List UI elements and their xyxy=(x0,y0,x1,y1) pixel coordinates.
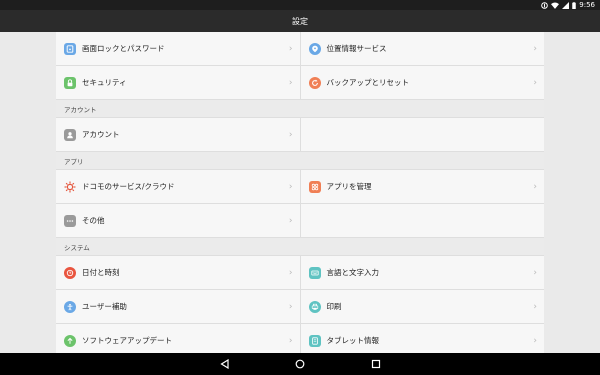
more-icon xyxy=(64,214,76,227)
accessibility-icon xyxy=(64,300,76,313)
setting-backup-reset[interactable]: バックアップとリセット › xyxy=(299,66,545,99)
home-icon xyxy=(295,359,305,369)
setting-manage-apps[interactable]: アプリを管理 › xyxy=(299,170,545,203)
setting-label: バックアップとリセット xyxy=(326,78,410,87)
chevron-right-icon: › xyxy=(533,267,537,278)
setting-label: 言語と文字入力 xyxy=(326,268,380,277)
setting-label: タブレット情報 xyxy=(326,336,380,345)
recents-icon xyxy=(371,359,381,369)
section-header-apps: アプリ xyxy=(56,152,544,170)
person-icon xyxy=(64,128,76,141)
setting-label: アカウント xyxy=(82,130,120,139)
setting-label: セキュリティ xyxy=(82,78,127,87)
setting-label: アプリを管理 xyxy=(326,182,372,191)
back-icon xyxy=(220,359,229,369)
setting-account[interactable]: アカウント › xyxy=(56,118,300,151)
setting-language-input[interactable]: 言語と文字入力 › xyxy=(299,256,545,289)
settings-list: 画面ロックとパスワード › 位置情報サービス › セキュリティ › バックアップ… xyxy=(56,32,544,353)
settings-row: アカウント › xyxy=(56,118,544,152)
backup-icon xyxy=(308,76,321,89)
section-header-system: システム xyxy=(56,238,544,256)
setting-location[interactable]: 位置情報サービス › xyxy=(299,32,545,65)
setting-date-time[interactable]: 日付と時刻 › xyxy=(56,256,300,289)
chevron-right-icon: › xyxy=(533,77,537,88)
docomo-icon xyxy=(64,181,76,193)
navigation-bar xyxy=(0,353,600,375)
chevron-right-icon: › xyxy=(288,215,293,226)
empty-cell xyxy=(299,204,545,237)
clock-icon xyxy=(64,266,76,279)
status-icons: 9:56 xyxy=(541,0,595,10)
chevron-right-icon: › xyxy=(533,301,537,312)
chevron-right-icon: › xyxy=(288,43,293,54)
chevron-right-icon: › xyxy=(533,181,537,192)
printer-icon xyxy=(308,300,321,313)
setting-other[interactable]: その他 › xyxy=(56,204,300,237)
settings-row: ユーザー補助 › 印刷 › xyxy=(56,290,544,324)
setting-print[interactable]: 印刷 › xyxy=(299,290,545,323)
keyboard-icon xyxy=(308,266,321,279)
apps-grid-icon xyxy=(308,180,321,193)
chevron-right-icon: › xyxy=(288,335,293,346)
setting-label: ドコモのサービス/クラウド xyxy=(82,182,175,191)
padlock-icon xyxy=(64,76,76,89)
setting-label: 日付と時刻 xyxy=(82,268,120,277)
back-button[interactable] xyxy=(218,357,232,371)
signal-icon xyxy=(562,1,570,9)
chevron-right-icon: › xyxy=(533,43,537,54)
chevron-right-icon: › xyxy=(288,129,293,140)
setting-label: 印刷 xyxy=(326,302,342,311)
settings-row: ドコモのサービス/クラウド › アプリを管理 › xyxy=(56,170,544,204)
battery-icon xyxy=(572,1,577,9)
chevron-right-icon: › xyxy=(288,77,293,88)
setting-label: 位置情報サービス xyxy=(326,44,387,53)
chevron-right-icon: › xyxy=(288,181,293,192)
chevron-right-icon: › xyxy=(533,335,537,346)
wifi-icon xyxy=(551,2,560,9)
setting-label: 画面ロックとパスワード xyxy=(82,44,165,53)
settings-row: 画面ロックとパスワード › 位置情報サービス › xyxy=(56,32,544,66)
app-title-bar: 設定 xyxy=(0,10,600,32)
location-icon xyxy=(308,42,321,55)
data-saver-icon xyxy=(541,1,549,9)
setting-label: その他 xyxy=(82,216,105,225)
setting-tablet-info[interactable]: タブレット情報 › xyxy=(299,324,545,353)
setting-screen-lock[interactable]: 画面ロックとパスワード › xyxy=(56,32,300,65)
settings-row: 日付と時刻 › 言語と文字入力 › xyxy=(56,256,544,290)
clock-text: 9:56 xyxy=(579,1,595,9)
status-bar: 9:56 xyxy=(0,0,600,10)
tablet-info-icon xyxy=(308,334,321,347)
settings-row: セキュリティ › バックアップとリセット › xyxy=(56,66,544,100)
setting-security[interactable]: セキュリティ › xyxy=(56,66,300,99)
setting-label: ユーザー補助 xyxy=(82,302,127,311)
setting-label: ソフトウェアアップデート xyxy=(82,336,172,345)
recents-button[interactable] xyxy=(369,357,383,371)
settings-row: その他 › xyxy=(56,204,544,238)
settings-row: ソフトウェアアップデート › タブレット情報 › xyxy=(56,324,544,353)
page-title: 設定 xyxy=(292,16,308,26)
setting-docomo-services[interactable]: ドコモのサービス/クラウド › xyxy=(56,170,300,203)
section-header-account: アカウント xyxy=(56,100,544,118)
chevron-right-icon: › xyxy=(288,267,293,278)
setting-software-update[interactable]: ソフトウェアアップデート › xyxy=(56,324,300,353)
update-icon xyxy=(64,334,76,347)
lock-screen-icon xyxy=(64,42,76,55)
empty-cell xyxy=(299,118,545,151)
setting-accessibility[interactable]: ユーザー補助 › xyxy=(56,290,300,323)
chevron-right-icon: › xyxy=(288,301,293,312)
home-button[interactable] xyxy=(293,357,307,371)
